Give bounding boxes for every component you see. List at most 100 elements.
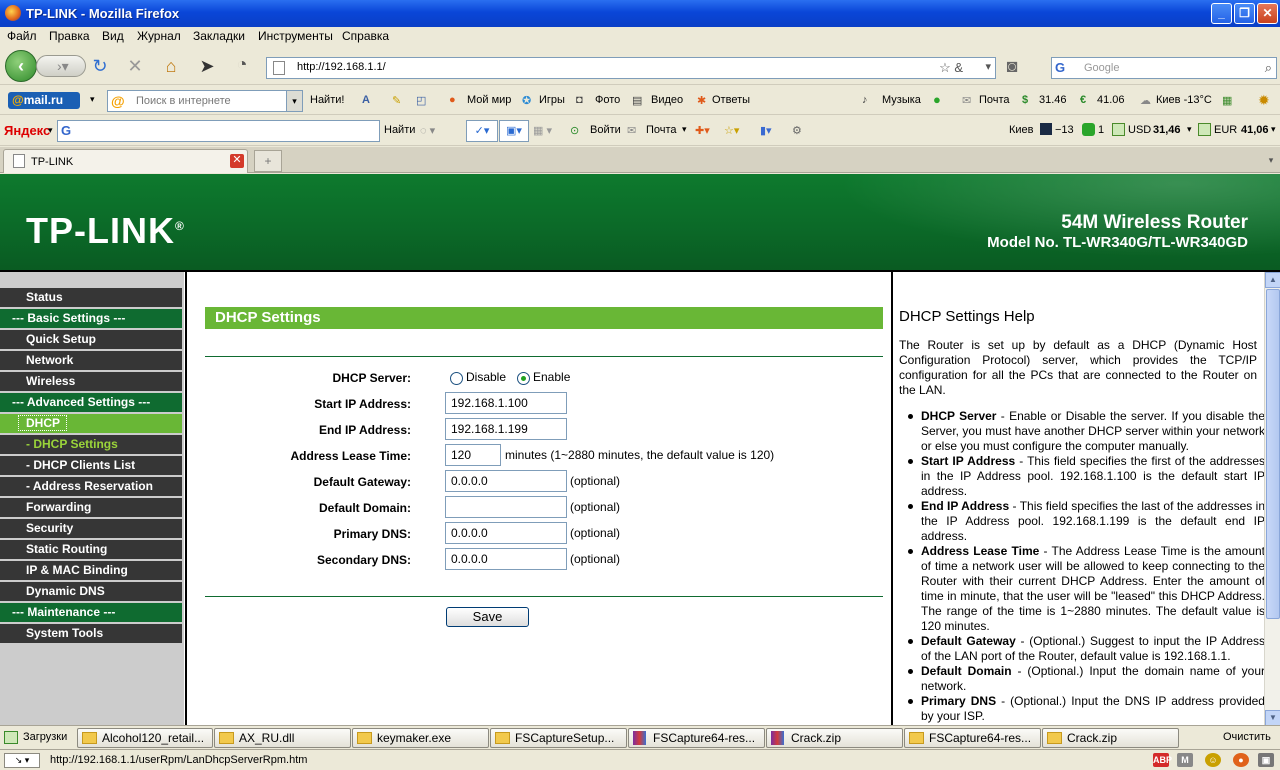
translate-icon[interactable]: ▣▾ (499, 120, 529, 142)
apps-icon[interactable]: ✚▾ (695, 124, 710, 137)
maximize-button[interactable]: ❐ (1234, 3, 1255, 24)
menu-help[interactable]: Справка (342, 29, 389, 43)
link-myworld[interactable]: Мой мир (467, 94, 511, 106)
dropdown-arrow-icon[interactable]: ▾ (682, 124, 687, 135)
clock-icon[interactable]: ◔ (231, 54, 253, 74)
menu-tools[interactable]: Инструменты (258, 29, 333, 43)
link-answers[interactable]: Ответы (712, 94, 750, 106)
new-tab-button[interactable]: + (254, 150, 282, 172)
font-size-icon[interactable]: A (362, 94, 370, 106)
tab-tplink[interactable]: TP-LINK ✕ (3, 149, 248, 173)
sidebar-item-static-routing[interactable]: Static Routing (0, 540, 182, 559)
sidebar-item-address-reservation[interactable]: - Address Reservation (0, 477, 182, 496)
login-button[interactable]: Войти (590, 124, 621, 136)
dropdown-arrow-icon[interactable]: ▾ (90, 94, 95, 105)
bubble-icon[interactable]: ◌ ▾ (420, 124, 435, 137)
addon-icon[interactable]: ▣ (1258, 753, 1274, 767)
spellcheck-icon[interactable]: ✓▾ (466, 120, 498, 142)
link-video[interactable]: Видео (651, 94, 683, 106)
secondary-dns-input[interactable]: 0.0.0.0 (445, 548, 567, 570)
menu-file[interactable]: Файл (7, 29, 37, 43)
firefox-status-icon[interactable]: ● (1233, 753, 1249, 767)
default-gateway-input[interactable]: 0.0.0.0 (445, 470, 567, 492)
mailru-search-input[interactable]: @ Поиск в интернете ▾ (107, 90, 303, 112)
lease-time-input[interactable]: 120 (445, 444, 501, 466)
grid-icon[interactable]: ▦ ▾ (533, 124, 552, 137)
back-button[interactable]: ‹ (5, 50, 37, 82)
dropdown-arrow-icon[interactable]: ▾ (48, 125, 53, 136)
download-item[interactable]: FSCapture64-res... (628, 728, 765, 748)
clear-downloads-button[interactable]: Очистить (1223, 731, 1271, 743)
yandex-search-input[interactable]: G (57, 120, 380, 142)
minimize-button[interactable]: _ (1211, 3, 1232, 24)
cursor-icon[interactable]: ➤ (196, 56, 218, 76)
tab-list-icon[interactable]: ▾ (1264, 151, 1278, 169)
home-icon[interactable]: ⌂ (160, 56, 182, 76)
adblock-icon[interactable]: ABP (1153, 753, 1172, 767)
sidebar-item-status[interactable]: Status (0, 288, 182, 307)
download-item[interactable]: keymaker.exe (352, 728, 489, 748)
end-ip-input[interactable]: 192.168.1.199 (445, 418, 567, 440)
bookmark-icon[interactable]: ▮▾ (760, 124, 772, 137)
start-ip-input[interactable]: 192.168.1.100 (445, 392, 567, 414)
link-mail[interactable]: Почта (979, 94, 1010, 106)
yandex-find-button[interactable]: Найти (384, 124, 415, 136)
dropdown-arrow-icon[interactable]: ▾ (286, 91, 302, 111)
sidebar-item-dynamic-dns[interactable]: Dynamic DNS (0, 582, 182, 601)
dropdown-arrow-icon[interactable]: ▾ (985, 60, 991, 73)
url-bar[interactable]: http://192.168.1.1/ ☆ & ▾ (266, 57, 996, 79)
download-item[interactable]: AX_RU.dll (214, 728, 351, 748)
link-games[interactable]: Игры (539, 94, 565, 106)
mailru-logo[interactable]: @mail.ru (8, 92, 80, 109)
sidebar-item-system-tools[interactable]: System Tools (0, 624, 182, 643)
sidebar-item-ip-mac-binding[interactable]: IP & MAC Binding (0, 561, 182, 580)
primary-dns-input[interactable]: 0.0.0.0 (445, 522, 567, 544)
chat-icon[interactable]: ● (933, 92, 941, 107)
sidebar-item-wireless[interactable]: Wireless (0, 372, 182, 391)
sidebar-item-forwarding[interactable]: Forwarding (0, 498, 182, 517)
scroll-down-icon[interactable]: ▼ (1265, 710, 1280, 726)
camera-icon[interactable]: ◙ (1001, 56, 1023, 76)
vertical-scrollbar[interactable]: ▲ ▼ (1264, 272, 1280, 727)
default-domain-input[interactable] (445, 496, 567, 518)
stop-icon[interactable]: ✕ (124, 56, 146, 76)
mailru-find-button[interactable]: Найти! (310, 94, 344, 106)
download-item[interactable]: FSCapture64-res... (904, 728, 1041, 748)
save-button[interactable]: Save (446, 607, 529, 627)
scroll-thumb[interactable] (1266, 289, 1280, 619)
forward-button[interactable]: ›▾ (36, 55, 86, 77)
search-box[interactable]: G Google ⌕ (1051, 57, 1277, 79)
download-item[interactable]: Crack.zip (766, 728, 903, 748)
downloads-label[interactable]: Загрузки (23, 731, 67, 743)
zoom-icon[interactable]: ◰ (416, 94, 426, 107)
menu-view[interactable]: Вид (102, 29, 124, 43)
disable-radio[interactable] (450, 372, 463, 385)
bookmark-star-icon[interactable]: ☆ & (939, 60, 963, 76)
dropdown-arrow-icon[interactable]: ▾ (1271, 124, 1276, 135)
widget-icon[interactable]: ▦ (1222, 94, 1232, 107)
menu-bookmarks[interactable]: Закладки (193, 29, 245, 43)
notification-icon[interactable] (1082, 123, 1095, 136)
sidebar-item-security[interactable]: Security (0, 519, 182, 538)
menu-edit[interactable]: Правка (49, 29, 90, 43)
download-item[interactable]: FSCaptureSetup... (490, 728, 627, 748)
favorites-star-icon[interactable]: ☆▾ (724, 124, 739, 137)
sidebar-item-dhcp-settings[interactable]: - DHCP Settings (0, 435, 182, 454)
status-toggle-icon[interactable]: ↘ ▾ (4, 753, 40, 768)
search-icon[interactable]: ⌕ (1265, 60, 1272, 76)
link-photo[interactable]: Фото (595, 94, 620, 106)
close-button[interactable]: ✕ (1257, 3, 1278, 24)
mail-button[interactable]: Почта (646, 124, 677, 136)
gmail-icon[interactable]: M (1177, 753, 1193, 767)
sidebar-item-network[interactable]: Network (0, 351, 182, 370)
sidebar-item-dhcp[interactable]: DHCP (0, 414, 182, 433)
highlight-icon[interactable]: ✎ (392, 94, 401, 107)
download-item[interactable]: Crack.zip (1042, 728, 1179, 748)
menu-history[interactable]: Журнал (137, 29, 181, 43)
yandex-logo[interactable]: Яндекс (4, 123, 50, 138)
sidebar-item-dhcp-clients-list[interactable]: - DHCP Clients List (0, 456, 182, 475)
download-item[interactable]: Alcohol120_retail... (77, 728, 213, 748)
reload-icon[interactable]: ↻ (89, 56, 111, 76)
link-music[interactable]: Музыка (882, 94, 921, 106)
close-tab-icon[interactable]: ✕ (230, 154, 244, 168)
